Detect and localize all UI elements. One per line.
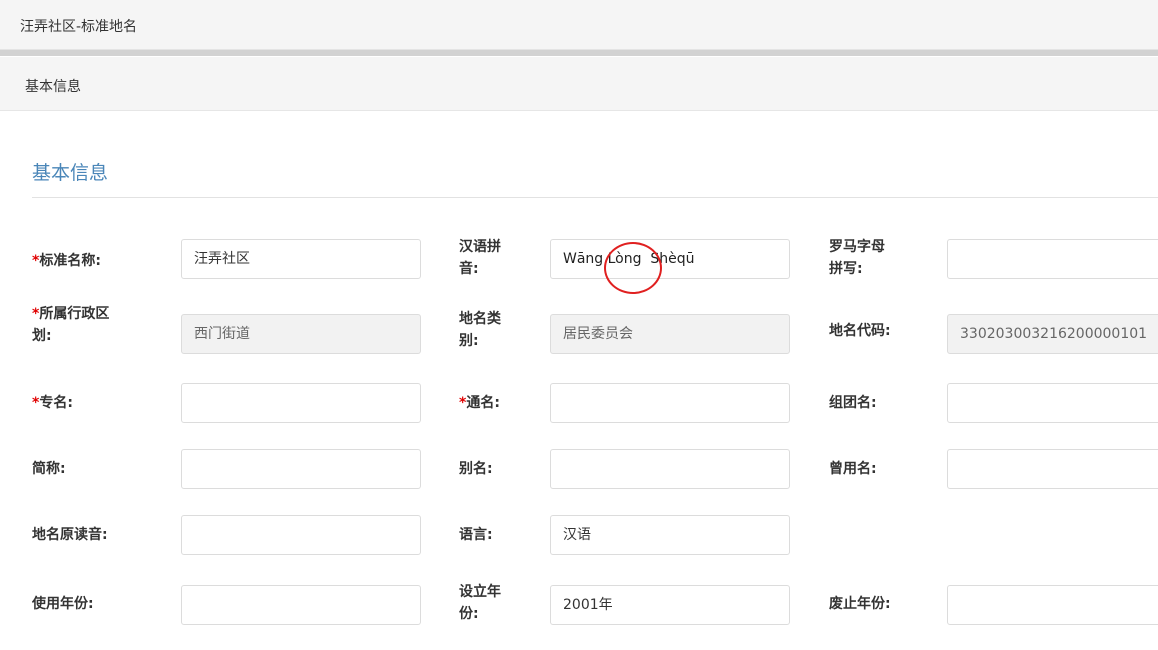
generic-name-label: *通名: — [459, 395, 500, 411]
abbreviation-label: 简称: — [32, 461, 66, 477]
admin-region-label: *所属行政区 划: — [32, 306, 110, 344]
roman-label: 罗马字母 拼写: — [829, 239, 885, 277]
title-bar: 汪弄社区-标准地名 — [0, 0, 1158, 50]
standard-name-label: *标准名称: — [32, 253, 101, 269]
proper-name-label: *专名: — [32, 395, 73, 411]
place-code-label: 地名代码: — [829, 323, 891, 339]
header-divider — [0, 50, 1158, 56]
place-type-label: 地名类 别: — [459, 311, 501, 349]
section-divider — [32, 197, 1158, 198]
abolished-year-input[interactable] — [947, 585, 1158, 625]
abbreviation-input[interactable] — [181, 449, 421, 489]
usage-year-label: 使用年份: — [32, 596, 94, 612]
original-pronunciation-input[interactable] — [181, 515, 421, 555]
page-title: 汪弄社区-标准地名 — [20, 19, 138, 35]
group-name-label: 组团名: — [829, 395, 877, 411]
section-title: 基本信息 — [32, 162, 109, 184]
alias-input[interactable] — [550, 449, 790, 489]
pinyin-input[interactable]: Wāng Lòng Shèqū — [550, 239, 790, 279]
pinyin-label: 汉语拼 音: — [459, 239, 501, 277]
former-name-input[interactable] — [947, 449, 1158, 489]
established-year-label: 设立年 份: — [459, 584, 501, 622]
panel-title: 基本信息 — [25, 79, 81, 95]
original-pronunciation-label: 地名原读音: — [32, 527, 108, 543]
place-type-input[interactable]: 居民委员会 — [550, 314, 790, 354]
group-name-input[interactable] — [947, 383, 1158, 423]
usage-year-input[interactable] — [181, 585, 421, 625]
admin-region-input[interactable]: 西门街道 — [181, 314, 421, 354]
generic-name-input[interactable] — [550, 383, 790, 423]
abolished-year-label: 废止年份: — [829, 596, 891, 612]
language-input[interactable]: 汉语 — [550, 515, 790, 555]
place-code-input[interactable]: 330203003216200000101 — [947, 314, 1158, 354]
established-year-input[interactable]: 2001年 — [550, 585, 790, 625]
alias-label: 别名: — [459, 461, 493, 477]
language-label: 语言: — [459, 527, 493, 543]
roman-input[interactable] — [947, 239, 1158, 279]
standard-name-input[interactable]: 汪弄社区 — [181, 239, 421, 279]
proper-name-input[interactable] — [181, 383, 421, 423]
highlight-circle — [604, 242, 662, 294]
panel-header: 基本信息 — [0, 57, 1158, 111]
former-name-label: 曾用名: — [829, 461, 877, 477]
